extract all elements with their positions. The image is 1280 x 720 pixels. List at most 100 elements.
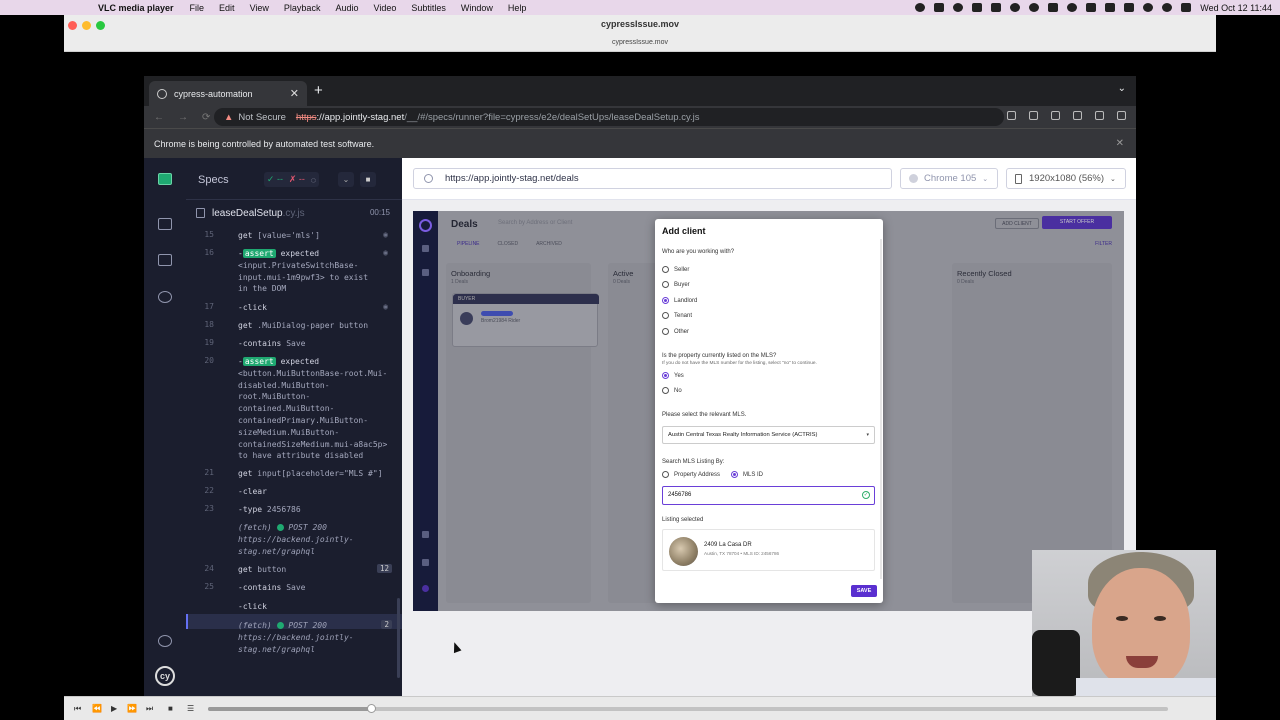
support-icon[interactable] [422,585,429,592]
tab-closed[interactable]: CLOSED [498,241,519,247]
chrome-tab-bar: cypress-automation ✕ + ⌄ [144,76,1136,106]
status-icon[interactable] [1067,3,1078,12]
radio-mls-id[interactable]: MLS ID [731,471,763,478]
tab-archived[interactable]: ARCHIVED [536,241,562,247]
side-panel-icon[interactable] [1073,111,1082,120]
stop-button[interactable]: ■ [360,172,376,187]
stop-icon[interactable]: ■ [168,704,173,713]
address-bar[interactable]: ▲ Not Secure https://app.jointly-stag.ne… [214,108,1004,126]
eye-icon[interactable]: ◉ [383,302,388,311]
specs-nav-icon[interactable] [158,218,172,230]
rewind-icon[interactable]: ⏪ [92,704,102,713]
status-icon[interactable] [972,3,983,12]
runs-nav-icon[interactable] [158,254,172,266]
menu-video[interactable]: Video [373,3,396,13]
menu-app-name[interactable]: VLC media player [98,3,174,13]
close-infobar-icon[interactable]: ✕ [1116,138,1124,149]
menu-subtitles[interactable]: Subtitles [411,3,446,13]
add-client-button[interactable]: ADD CLIENT [995,218,1039,229]
radio-seller[interactable]: Seller [662,266,689,273]
profile-icon[interactable] [422,559,429,566]
status-icon[interactable] [915,3,926,12]
status-icon[interactable] [1029,3,1040,12]
radio-landlord[interactable]: Landlord [662,297,697,304]
wifi-icon[interactable] [1143,3,1154,12]
command-body: - assert expected <button.MuiButtonBase-ro… [238,357,388,461]
deals-nav-icon[interactable] [422,245,429,252]
menu-audio[interactable]: Audio [335,3,358,13]
skip-back-icon[interactable]: ⏮ [74,704,81,714]
filter-button[interactable]: FILTER [1095,241,1112,247]
bluetooth-icon[interactable] [1105,3,1116,12]
cypress-logo-icon[interactable]: cy [155,666,175,686]
skip-forward-icon[interactable]: ⏭ [146,704,153,714]
search-icon[interactable] [1162,3,1173,12]
nav-icon[interactable] [422,531,429,538]
radio-buyer[interactable]: Buyer [662,281,690,288]
battery-icon[interactable] [1124,3,1135,12]
menu-kebab-icon[interactable] [1117,111,1126,120]
eye-icon[interactable]: ◉ [383,248,388,257]
mls-number-input[interactable]: 2456786 ✓ [662,486,875,505]
menu-help[interactable]: Help [508,3,527,13]
deal-card[interactable]: BUYER Brom21984 Rider [452,293,599,347]
not-secure-label[interactable]: Not Secure [238,112,286,123]
status-icon[interactable] [1086,3,1097,12]
status-icon[interactable] [991,3,1002,12]
radio-tenant[interactable]: Tenant [662,312,692,319]
app-logo-icon[interactable] [419,219,432,232]
menu-playback[interactable]: Playback [284,3,321,13]
browser-selector[interactable]: Chrome 105 ⌄ [900,168,998,189]
save-button[interactable]: SAVE [851,585,877,597]
close-tab-icon[interactable]: ✕ [290,87,299,100]
globe-icon [424,174,433,183]
playlist-icon[interactable]: ☰ [187,704,194,713]
forward-icon[interactable]: ⏩ [127,704,137,713]
chevron-down-icon[interactable]: ⌄ [338,172,354,187]
chrome-tab[interactable]: cypress-automation ✕ [149,81,307,106]
menu-edit[interactable]: Edit [219,3,235,13]
warning-icon[interactable]: ▲ [224,112,233,123]
keyboard-shortcuts-icon[interactable] [158,635,172,647]
viewport-info[interactable]: 1920x1080 (56%) ⌄ [1006,168,1126,189]
tab-search-chevron-icon[interactable]: ⌄ [1118,83,1126,94]
deals-search-input[interactable]: Search by Address or Client [498,220,572,226]
profile-icon[interactable] [1095,111,1104,120]
seek-bar[interactable] [208,704,1168,713]
listing-card[interactable]: 2409 La Casa DR Austin, TX 78704 • MLS I… [662,529,875,571]
status-icon[interactable] [1010,3,1021,12]
menu-file[interactable]: File [190,3,205,13]
extensions-icon[interactable] [1051,111,1060,120]
seek-handle[interactable] [367,704,377,713]
menu-clock[interactable]: Wed Oct 12 11:44 [1200,3,1272,13]
specs-toggle[interactable]: Specs [198,174,229,186]
menu-window[interactable]: Window [461,3,493,13]
app-logo-icon[interactable] [158,173,172,185]
control-center-icon[interactable] [1181,3,1192,12]
vlc-titlebar: cypressIssue.mov cypressIssue.mov [64,15,1216,52]
tab-pipeline[interactable]: PIPELINE [457,241,480,247]
status-icon[interactable] [934,3,945,12]
settings-gear-icon[interactable] [158,291,172,303]
radio-other[interactable]: Other [662,328,689,335]
pipeline-column: Onboarding 1 Deals BUYER Brom21984 Rider [446,263,599,603]
start-offer-button[interactable]: START OFFER [1042,216,1112,229]
play-icon[interactable]: ▶ [111,704,117,713]
reporter-scrollbar[interactable] [397,598,400,678]
menu-view[interactable]: View [250,3,269,13]
radio-yes[interactable]: Yes [662,372,684,379]
dialog-title: Add client [662,226,706,236]
new-tab-button[interactable]: + [314,82,323,99]
mls-select[interactable]: Austin Central Texas Realty Information … [662,426,875,444]
spec-file-name[interactable]: leaseDealSetup.cy.js [212,208,305,219]
share-icon[interactable] [1007,111,1016,120]
dialog-scrollbar[interactable] [880,239,882,579]
aut-url-bar[interactable]: https://app.jointly-stag.net/deals [413,168,892,189]
radio-no[interactable]: No [662,387,682,394]
status-icon[interactable] [1048,3,1059,12]
radio-property-address[interactable]: Property Address [662,471,720,478]
status-icon[interactable] [953,3,964,12]
bookmark-star-icon[interactable] [1029,111,1038,120]
eye-icon[interactable]: ◉ [383,230,388,239]
nav-icon[interactable] [422,269,429,276]
